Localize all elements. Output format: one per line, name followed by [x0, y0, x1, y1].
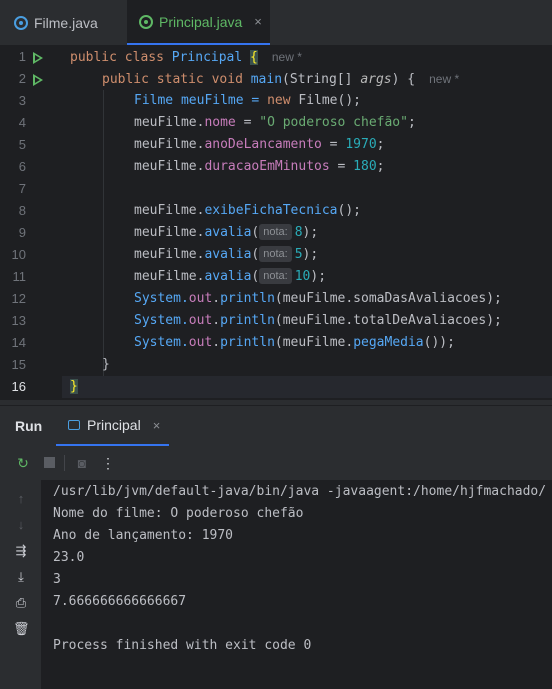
code-line-9: meuFilme.avalia(nota: 8); — [134, 224, 319, 240]
code-line-11: meuFilme.avalia(nota: 10); — [134, 268, 327, 284]
soft-wrap-icon[interactable]: ⇶ — [13, 543, 29, 559]
code-editor[interactable]: 1 2 3 4 5 6 7 8 9 10 11 12 13 14 15 16 p… — [0, 46, 552, 400]
console-line: 7.666666666666667 — [53, 594, 187, 609]
line-number: 15 — [11, 357, 26, 372]
console-line: Nome do filme: O poderoso chefão — [53, 506, 304, 521]
run-tab-principal[interactable]: Principal × — [56, 406, 169, 446]
line-number: 9 — [18, 225, 26, 240]
console-output[interactable]: /usr/lib/jvm/default-java/bin/java -java… — [42, 480, 552, 689]
console-line: 3 — [53, 572, 61, 587]
scroll-to-end-icon[interactable]: ⤓ — [13, 569, 29, 585]
stop-icon[interactable] — [41, 455, 57, 471]
code-line-12: System.out.println(meuFilme.somaDasAvali… — [134, 291, 502, 306]
line-gutter: 1 2 3 4 5 6 7 8 9 10 11 12 13 14 15 16 — [0, 46, 62, 400]
toolbar-separator — [64, 455, 65, 471]
indent-guide — [103, 90, 104, 376]
camera-icon[interactable]: ◙ — [74, 455, 90, 471]
close-run-tab-icon[interactable]: × — [153, 418, 161, 433]
line-number: 14 — [11, 335, 26, 350]
close-tab-icon[interactable]: × — [254, 14, 262, 29]
code-line-2: public static void main(String[] args) {… — [102, 72, 460, 87]
run-panel-header: Run Principal × — [0, 405, 552, 446]
run-tab-label: Principal — [87, 417, 141, 433]
code-line-15: } — [102, 357, 110, 372]
line-number: 10 — [11, 247, 26, 262]
up-arrow-icon[interactable]: ↑ — [13, 491, 29, 507]
code-line-13: System.out.println(meuFilme.totalDeAvali… — [134, 313, 502, 328]
java-class-icon — [14, 15, 28, 30]
console-line: 23.0 — [53, 550, 85, 565]
run-panel-title: Run — [15, 418, 43, 434]
code-line-16: } — [70, 379, 78, 394]
run-main-icon[interactable] — [33, 74, 43, 86]
param-hint: nota: — [259, 268, 292, 284]
line-number: 1 — [18, 49, 26, 64]
code-line-8: meuFilme.exibeFichaTecnica(); — [134, 203, 361, 218]
line-number: 16 — [11, 379, 26, 394]
console-line: /usr/lib/jvm/default-java/bin/java -java… — [53, 484, 547, 499]
line-number: 4 — [18, 115, 26, 130]
tab-label: Filme.java — [34, 14, 98, 31]
run-sidebar: ↑ ↓ ⇶ ⤓ ⎙ 🗑 — [0, 480, 42, 689]
rerun-icon[interactable]: ↻ — [15, 455, 31, 471]
run-toolbar: ↻ ◙ ⋮ — [0, 446, 552, 480]
new-hint: new * — [271, 50, 302, 64]
down-arrow-icon[interactable]: ↓ — [13, 517, 29, 533]
code-line-1: public class Principal {new * — [70, 50, 302, 65]
line-number: 5 — [18, 137, 26, 152]
line-number: 6 — [18, 159, 26, 174]
line-number: 12 — [11, 291, 26, 306]
line-number: 11 — [12, 269, 27, 284]
code-line-5: meuFilme.anoDeLancamento = 1970; — [134, 137, 385, 152]
line-number: 7 — [18, 181, 26, 196]
console-line: Process finished with exit code 0 — [53, 638, 312, 653]
editor-tab-bar: Filme.java Principal.java × — [0, 0, 552, 46]
line-number: 8 — [18, 203, 26, 218]
code-line-10: meuFilme.avalia(nota: 5); — [134, 246, 319, 262]
console-line: Ano de lançamento: 1970 — [53, 528, 234, 543]
line-number: 2 — [18, 71, 26, 86]
trash-icon[interactable]: 🗑 — [13, 621, 30, 637]
code-line-4: meuFilme.nome = "O poderoso chefão"; — [134, 115, 416, 130]
tab-label: Principal.java — [159, 13, 243, 30]
more-options-icon[interactable]: ⋮ — [100, 455, 116, 471]
new-hint: new * — [429, 72, 460, 86]
current-line-highlight — [62, 376, 552, 398]
line-number: 13 — [11, 313, 26, 328]
run-class-icon[interactable] — [33, 52, 43, 64]
code-line-6: meuFilme.duracaoEmMinutos = 180; — [134, 159, 385, 174]
code-line-3: Filme meuFilme = new Filme(); — [134, 93, 361, 108]
console-tab-icon — [68, 420, 80, 430]
java-class-icon — [139, 14, 153, 29]
print-icon[interactable]: ⎙ — [13, 595, 29, 611]
param-hint: nota: — [259, 224, 292, 240]
tab-filme-java[interactable]: Filme.java — [14, 0, 98, 45]
param-hint: nota: — [259, 246, 292, 262]
code-line-14: System.out.println(meuFilme.pegaMedia())… — [134, 335, 455, 350]
line-number: 3 — [18, 93, 26, 108]
tab-principal-java[interactable]: Principal.java × — [127, 0, 270, 45]
